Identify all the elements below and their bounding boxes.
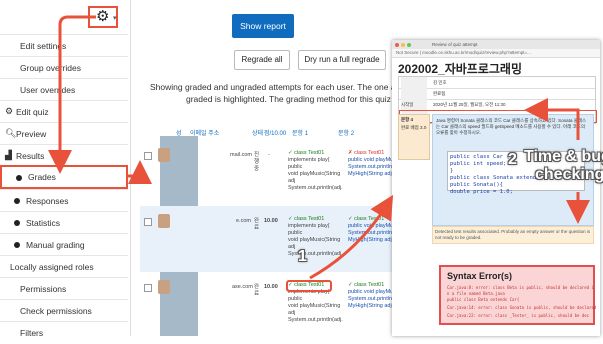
arrow-to-completed [524,98,580,140]
callout-number-1: 1 [298,248,307,265]
callout-checking: checking [535,166,603,183]
arrow-grades-to-table [128,160,152,184]
arrow-response-to-window [309,194,394,280]
callout-number-2: 2 [508,151,517,168]
callout-time-bug: Time & bug [524,148,603,165]
arrow-gear-to-grades [48,15,96,174]
